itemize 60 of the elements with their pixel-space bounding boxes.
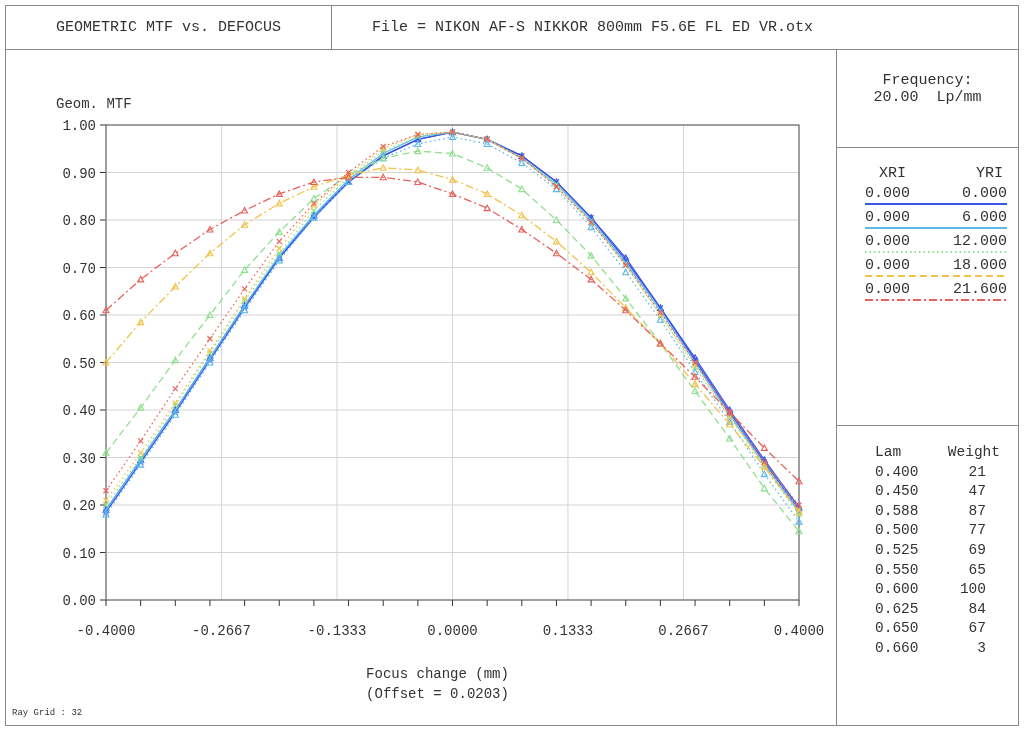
y-tick-label: 0.70 bbox=[62, 260, 96, 277]
x-tick-label: -0.1333 bbox=[307, 623, 367, 639]
column-header: YRI bbox=[976, 165, 1003, 182]
x-tick-label: 0.1333 bbox=[542, 623, 594, 639]
table-cell: 0.000 bbox=[865, 281, 910, 298]
table-cell-text: 69 bbox=[967, 541, 987, 560]
y-axis-label: Geom. MTF bbox=[56, 96, 132, 112]
table-cell-text: 47 bbox=[967, 483, 987, 502]
table-cell-text: 0.450 bbox=[875, 483, 919, 502]
y-tick-label: 0.50 bbox=[62, 355, 96, 372]
column-header: Weight bbox=[947, 444, 1000, 462]
x-tick-label: -0.4000 bbox=[76, 623, 136, 639]
column-header: Lam bbox=[875, 444, 902, 462]
plot-title: GEOMETRIC MTF vs. DEFOCUS bbox=[6, 6, 332, 49]
y-tick-label: 0.30 bbox=[62, 450, 96, 467]
table-cell-text: 0.625 bbox=[875, 600, 919, 619]
x-tick-label: 0.2667 bbox=[658, 623, 709, 639]
table-cell-text: 65 bbox=[967, 561, 987, 580]
y-tick-label: 0.40 bbox=[62, 403, 96, 419]
y-tick-label: 0.10 bbox=[62, 545, 96, 562]
table-cell-text: 0.588 bbox=[875, 502, 919, 521]
y-tick-label: 0.90 bbox=[62, 165, 96, 182]
table-cell-text: 100 bbox=[958, 581, 987, 600]
x-tick-label: 0.0000 bbox=[427, 623, 478, 639]
table-cell: 21.600 bbox=[953, 281, 1007, 298]
table-cell-text: 0.525 bbox=[875, 541, 919, 560]
table-cell-text: 0.600 bbox=[875, 581, 919, 600]
y-tick-label: 0.00 bbox=[62, 593, 96, 609]
table-cell: 6.000 bbox=[962, 209, 1007, 226]
y-tick-label: 0.80 bbox=[62, 213, 96, 229]
frequency-label: Frequency: bbox=[882, 72, 973, 89]
x-tick-label: -0.2667 bbox=[192, 623, 251, 639]
table-cell-text: 67 bbox=[967, 620, 987, 639]
table-cell-text: 3 bbox=[976, 639, 987, 658]
frequency-value: 20.00 Lp/mm bbox=[873, 89, 982, 106]
column-header: XRI bbox=[879, 165, 906, 182]
x-tick-label: 0.4000 bbox=[773, 623, 825, 639]
table-cell-text: 21 bbox=[967, 463, 987, 482]
file-name: File = NIKON AF-S NIKKOR 800mm F5.6E FL ED VR.otx bbox=[371, 18, 815, 38]
offset-note: (Offset = 0.0203) bbox=[366, 686, 509, 702]
y-tick-label: 1.00 bbox=[62, 118, 96, 134]
table-cell-text: 77 bbox=[967, 522, 987, 541]
table-cell-text: 0.660 bbox=[875, 639, 919, 658]
table-cell-text: 0.500 bbox=[875, 522, 919, 541]
table-cell-text: 84 bbox=[967, 600, 987, 619]
table-cell-text: 0.400 bbox=[875, 463, 919, 482]
table-cell: 0.000 bbox=[865, 257, 910, 274]
table-cell: 18.000 bbox=[953, 257, 1007, 274]
table-cell: 0.000 bbox=[865, 185, 910, 202]
y-tick-label: 0.20 bbox=[62, 498, 96, 514]
x-axis-label: Focus change (mm) bbox=[366, 666, 509, 682]
table-cell-text: 0.650 bbox=[875, 620, 919, 639]
table-cell-text: 0.550 bbox=[875, 561, 919, 580]
table-cell: 12.000 bbox=[953, 233, 1007, 250]
ray-grid-note: Ray Grid : 32 bbox=[12, 708, 83, 718]
table-cell: 0.000 bbox=[865, 233, 910, 250]
table-cell-text: 87 bbox=[967, 502, 987, 521]
table-cell: 0.000 bbox=[962, 185, 1007, 202]
table-cell: 0.000 bbox=[865, 209, 910, 226]
y-tick-label: 0.60 bbox=[62, 308, 96, 324]
